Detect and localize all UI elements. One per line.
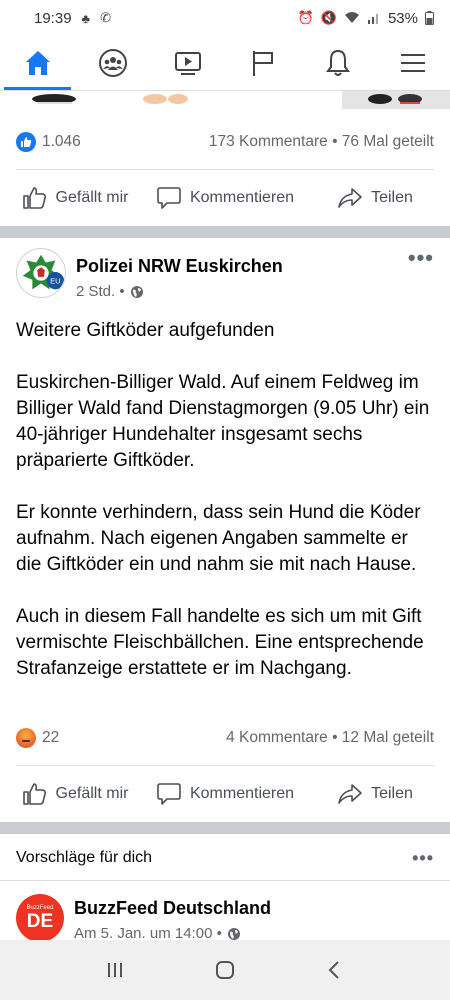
suggestions-header: Vorschläge für dich ••• bbox=[16, 836, 434, 880]
comments-shares-count[interactable]: 173 Kommentare • 76 Mal geteilt bbox=[209, 133, 434, 151]
menu-icon bbox=[400, 54, 425, 72]
globe-icon bbox=[130, 285, 143, 298]
battery-percent: 53% bbox=[387, 9, 418, 27]
post-paragraph: Weitere Giftköder aufgefunden bbox=[16, 320, 275, 341]
buzzfeed-avatar[interactable]: BuzzFeed DE bbox=[16, 894, 64, 942]
home-button[interactable] bbox=[214, 959, 236, 981]
page-name[interactable]: BuzzFeed Deutschland bbox=[74, 898, 271, 919]
top-nav-bar bbox=[0, 36, 450, 91]
recent-apps-button[interactable] bbox=[104, 959, 126, 981]
nav-home[interactable] bbox=[0, 36, 75, 90]
like-reaction-icon bbox=[16, 132, 36, 152]
feed-separator bbox=[0, 226, 450, 238]
shoe-image-dark bbox=[342, 91, 450, 109]
comment-label: Kommentieren bbox=[189, 785, 295, 802]
feet-image bbox=[143, 94, 188, 104]
comment-icon bbox=[157, 783, 181, 805]
comment-label: Kommentieren bbox=[189, 189, 295, 206]
feed-separator bbox=[0, 822, 450, 834]
previous-post-actions: Gefällt mir Kommentieren Teilen bbox=[0, 170, 450, 226]
share-button[interactable]: Teilen bbox=[300, 185, 450, 211]
mute-icon: 🔇 bbox=[320, 10, 337, 25]
comments-shares-count[interactable]: 4 Kommentare • 12 Mal geteilt bbox=[226, 729, 434, 747]
share-icon bbox=[338, 188, 362, 208]
more-options-button[interactable]: ••• bbox=[408, 247, 434, 308]
status-bar: 19:39 ♣ ✆ ⏰ 🔇 53% bbox=[0, 0, 450, 36]
system-navigation-bar bbox=[0, 940, 450, 1000]
comment-button[interactable]: Kommentieren bbox=[150, 781, 300, 807]
thumbs-up-icon bbox=[22, 783, 46, 805]
like-button[interactable]: Gefällt mir bbox=[0, 185, 150, 211]
suggestions-title: Vorschläge für dich bbox=[16, 849, 153, 866]
notification-icon: ♣ bbox=[81, 10, 91, 26]
comment-icon bbox=[157, 187, 181, 209]
post-stats: 22 4 Kommentare • 12 Mal geteilt bbox=[16, 726, 434, 750]
video-icon bbox=[174, 52, 201, 75]
globe-icon bbox=[227, 927, 240, 940]
shoe-image bbox=[18, 91, 90, 109]
post-paragraph: Auch in diesem Fall handelte es sich um … bbox=[16, 606, 424, 679]
flag-icon bbox=[252, 51, 273, 76]
nav-watch[interactable] bbox=[150, 36, 225, 90]
comment-button[interactable]: Kommentieren bbox=[150, 185, 300, 211]
groups-icon bbox=[98, 49, 127, 77]
battery-icon bbox=[425, 11, 434, 25]
status-time: 19:39 bbox=[34, 9, 72, 27]
like-button[interactable]: Gefällt mir bbox=[0, 781, 150, 807]
like-count[interactable]: 1.046 bbox=[42, 133, 81, 151]
like-label: Gefällt mir bbox=[55, 785, 129, 802]
home-icon bbox=[25, 51, 50, 75]
previous-post-images[interactable] bbox=[0, 91, 450, 109]
post-header: EU Polizei NRW Euskirchen 2 Std. • ••• bbox=[16, 247, 434, 308]
svg-text:EU: EU bbox=[50, 277, 61, 286]
alarm-icon: ⏰ bbox=[297, 10, 314, 25]
suggested-post-header: BuzzFeed DE BuzzFeed Deutschland Am 5. J… bbox=[16, 880, 434, 942]
previous-post-stats: 1.046 173 Kommentare • 76 Mal geteilt bbox=[16, 130, 434, 154]
nav-pages[interactable] bbox=[225, 36, 300, 90]
post-timestamp[interactable]: 2 Std. • bbox=[76, 283, 283, 300]
nav-groups[interactable] bbox=[75, 36, 150, 90]
angry-reaction-icon bbox=[16, 728, 36, 748]
signal-icon bbox=[367, 14, 378, 24]
page-name[interactable]: Polizei NRW Euskirchen bbox=[76, 256, 283, 277]
post-paragraph: Euskirchen-Billiger Wald. Auf einem Feld… bbox=[16, 372, 430, 471]
missed-call-icon: ✆ bbox=[100, 10, 111, 25]
reaction-count[interactable]: 22 bbox=[42, 729, 59, 747]
share-label: Teilen bbox=[371, 785, 413, 802]
share-label: Teilen bbox=[371, 189, 413, 206]
post-paragraph: Er konnte verhindern, dass sein Hund die… bbox=[16, 502, 421, 575]
post-text: Weitere Giftköder aufgefunden Euskirchen… bbox=[16, 318, 436, 708]
police-logo-icon: EU bbox=[22, 254, 65, 290]
wifi-icon bbox=[344, 12, 359, 23]
share-icon bbox=[338, 784, 362, 804]
back-button[interactable] bbox=[324, 959, 346, 981]
bell-icon bbox=[325, 49, 350, 76]
nav-menu[interactable] bbox=[375, 36, 450, 90]
share-button[interactable]: Teilen bbox=[300, 781, 450, 807]
nav-notifications[interactable] bbox=[300, 36, 375, 90]
page-avatar[interactable]: EU bbox=[16, 248, 66, 298]
like-label: Gefällt mir bbox=[55, 189, 129, 206]
more-options-button[interactable]: ••• bbox=[412, 848, 434, 868]
avatar-big-text: DE bbox=[26, 910, 54, 932]
thumbs-up-icon bbox=[22, 187, 46, 209]
post-actions: Gefällt mir Kommentieren Teilen bbox=[0, 766, 450, 822]
